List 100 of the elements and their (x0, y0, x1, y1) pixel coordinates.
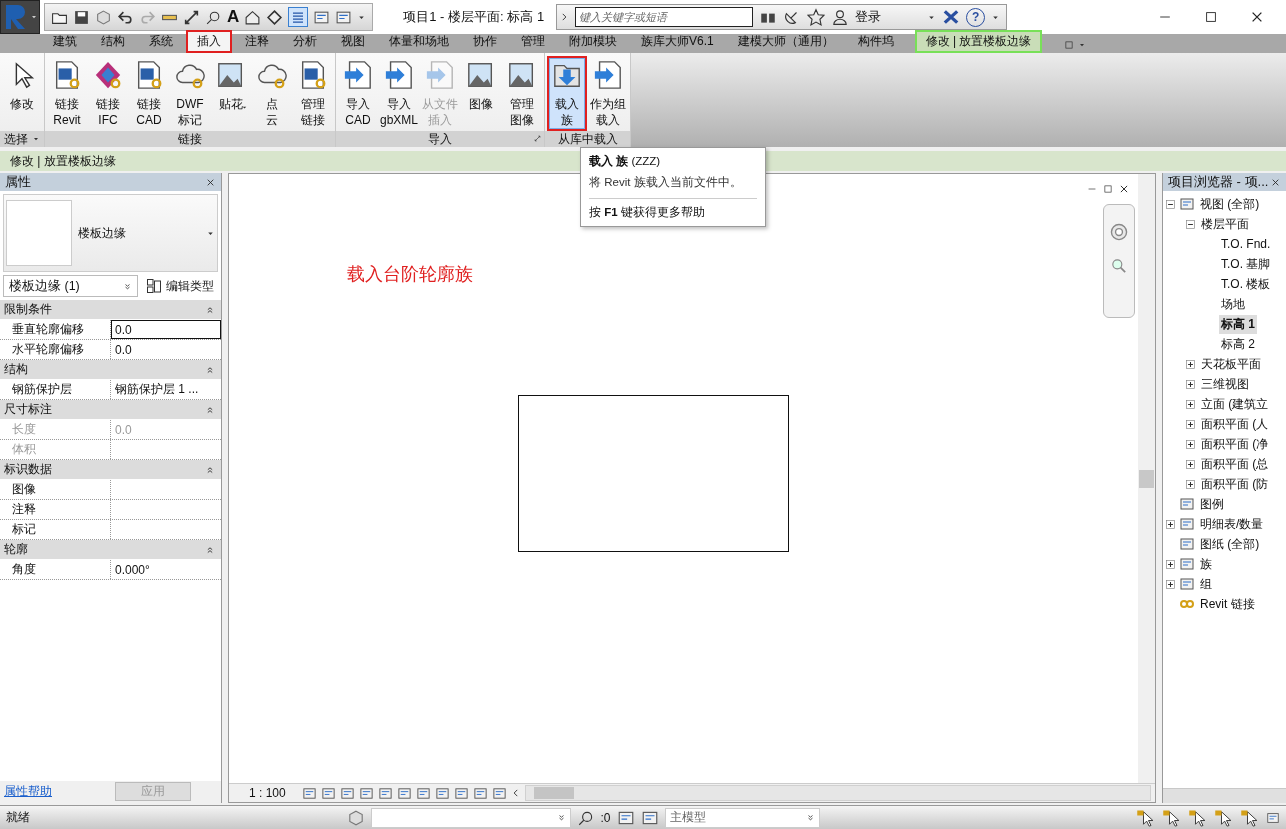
ribbon-button[interactable]: 作为组 载入 (588, 56, 628, 131)
parameter-value[interactable]: 0.000° (111, 560, 221, 579)
tree-item[interactable]: 三维视图 (1199, 374, 1251, 394)
ribbon-button[interactable]: 链接 IFC (88, 56, 128, 131)
text-tool-button[interactable]: A (227, 7, 240, 27)
zoom-icon[interactable] (1110, 257, 1128, 275)
ribbon-tab[interactable]: 注释 (234, 30, 280, 53)
close-icon[interactable] (1271, 177, 1280, 187)
horizontal-scrollbar[interactable] (524, 785, 1151, 801)
ribbon-button[interactable]: 点 云 (252, 56, 292, 131)
tree-item[interactable]: 组 (1198, 574, 1214, 594)
ribbon-tab[interactable]: 结构 (90, 30, 136, 53)
ribbon-button[interactable]: 贴花 (211, 56, 251, 131)
tree-item[interactable]: 明细表/数量 (1198, 514, 1266, 534)
tree-item[interactable]: 楼层平面 (1199, 214, 1251, 234)
tree-item[interactable]: 图纸 (全部) (1198, 534, 1262, 554)
ribbon-button[interactable]: 链接 CAD (129, 56, 169, 131)
panel-title-bar[interactable]: 选择 (0, 131, 44, 147)
tree-item[interactable]: T.O. Fnd. (1219, 236, 1273, 252)
restore-icon[interactable] (1103, 184, 1113, 194)
ribbon-tab[interactable]: 管理 (510, 30, 556, 53)
expand-icon[interactable] (1185, 378, 1196, 390)
ribbon-tab[interactable]: 插入 (186, 30, 232, 53)
tree-item[interactable]: Revit 链接 (1198, 594, 1257, 614)
vertical-scrollbar[interactable] (1138, 174, 1155, 783)
expand-icon[interactable] (1165, 578, 1176, 590)
close-icon[interactable] (206, 177, 215, 187)
ribbon-tab[interactable]: 族库大师V6.1 (630, 30, 725, 53)
expand-icon[interactable] (1185, 398, 1196, 410)
annotation-text: 载入台阶轮廓族 (347, 263, 473, 286)
expand-icon[interactable] (1165, 518, 1176, 530)
tree-item[interactable]: 族 (1198, 554, 1214, 574)
tree-item[interactable]: T.O. 基脚 (1219, 254, 1273, 274)
properties-help-link[interactable]: 属性帮助 (4, 782, 52, 800)
tree-item[interactable]: 图例 (1198, 494, 1226, 514)
tree-item[interactable]: 标高 2 (1219, 334, 1257, 354)
ribbon-button[interactable]: DWF 标记 (170, 56, 210, 131)
ribbon-tab[interactable]: 协作 (462, 30, 508, 53)
expand-icon[interactable] (1165, 558, 1176, 570)
ribbon-tab[interactable]: 建模大师（通用） (726, 30, 845, 53)
close-icon[interactable] (1119, 184, 1129, 194)
house-icon[interactable] (244, 8, 262, 26)
expand-icon[interactable] (1185, 358, 1196, 370)
save-icon[interactable] (73, 8, 90, 26)
instance-dropdown[interactable]: 楼板边缘 (1) (3, 275, 138, 297)
tree-item[interactable]: 面积平面 (防 (1199, 474, 1271, 494)
ribbon-button[interactable]: 修改 (2, 56, 42, 131)
expand-icon[interactable] (1185, 458, 1196, 470)
sign-in-link[interactable]: 登录 (855, 8, 882, 26)
type-selector[interactable]: 楼板边缘 (3, 194, 218, 272)
expand-icon[interactable] (1185, 438, 1196, 450)
tree-item[interactable]: 视图 (全部) (1198, 194, 1262, 214)
expand-icon[interactable] (1185, 478, 1196, 490)
ribbon-button[interactable]: 载入 族 (547, 56, 587, 131)
ribbon-button[interactable]: 图像 (461, 56, 501, 131)
ribbon-button[interactable]: 导入 CAD (338, 56, 378, 131)
ribbon-tab[interactable]: 建筑 (42, 30, 88, 53)
tree-item[interactable]: 立面 (建筑立 (1199, 394, 1271, 414)
ribbon-button[interactable]: 导入 gbXML (379, 56, 419, 131)
parameter-value[interactable]: 0.0 (111, 320, 221, 339)
cube-icon[interactable] (95, 8, 112, 26)
ribbon-tab[interactable]: 视图 (330, 30, 376, 53)
ribbon-tab[interactable]: 修改 | 放置楼板边缘 (914, 30, 1043, 53)
tree-item[interactable]: 天花板平面 (1199, 354, 1263, 374)
edit-type-button[interactable]: 编辑类型 (142, 275, 218, 297)
star-icon[interactable] (807, 8, 826, 26)
ribbon-tab[interactable]: 体量和场地 (378, 30, 460, 53)
horizontal-scrollbar[interactable] (1163, 788, 1286, 803)
thin-lines-button[interactable] (288, 7, 309, 27)
tree-item[interactable]: 面积平面 (总 (1199, 454, 1271, 474)
ribbon-button[interactable]: 管理 图像 (502, 56, 542, 131)
dialog-launcher-icon[interactable] (534, 135, 541, 142)
design-option-dropdown[interactable]: 主模型 (664, 807, 820, 828)
tree-item[interactable]: 标高 1 (1219, 314, 1257, 334)
tree-item[interactable]: T.O. 楼板 (1219, 274, 1273, 294)
ribbon-button[interactable]: 链接 Revit (47, 56, 87, 131)
ribbon-tab[interactable]: 系统 (138, 30, 184, 53)
application-menu-button[interactable] (0, 0, 40, 34)
view-scale[interactable]: 1 : 100 (249, 786, 286, 800)
collapse-icon[interactable] (1165, 198, 1176, 210)
ribbon-tab[interactable]: 附加模块 (558, 30, 628, 53)
exchange-icon[interactable] (942, 8, 961, 26)
close-icon[interactable] (1250, 10, 1264, 24)
expand-icon[interactable] (1185, 418, 1196, 430)
ribbon-button[interactable]: 管理 链接 (293, 56, 333, 131)
dimension-icon[interactable] (183, 8, 200, 26)
maximize-icon[interactable] (1204, 10, 1218, 24)
steering-wheel-icon[interactable] (1108, 221, 1130, 243)
ribbon-tab[interactable]: 构件坞 (846, 30, 905, 53)
user-icon[interactable] (831, 8, 850, 26)
diamond-icon[interactable] (266, 8, 284, 26)
import-file-icon (384, 60, 414, 90)
ribbon-tab[interactable]: 分析 (282, 30, 328, 53)
search-field[interactable]: 键入关键字或短语 (575, 7, 754, 27)
tree-item[interactable]: 面积平面 (人 (1199, 414, 1271, 434)
tree-item[interactable]: 面积平面 (净 (1199, 434, 1271, 454)
parameter-value[interactable]: 0.0 (111, 340, 221, 359)
parameter-value[interactable]: 钢筋保护层 1 ... (111, 380, 221, 399)
collapse-icon[interactable] (1185, 218, 1196, 230)
tree-item[interactable]: 场地 (1219, 294, 1247, 314)
